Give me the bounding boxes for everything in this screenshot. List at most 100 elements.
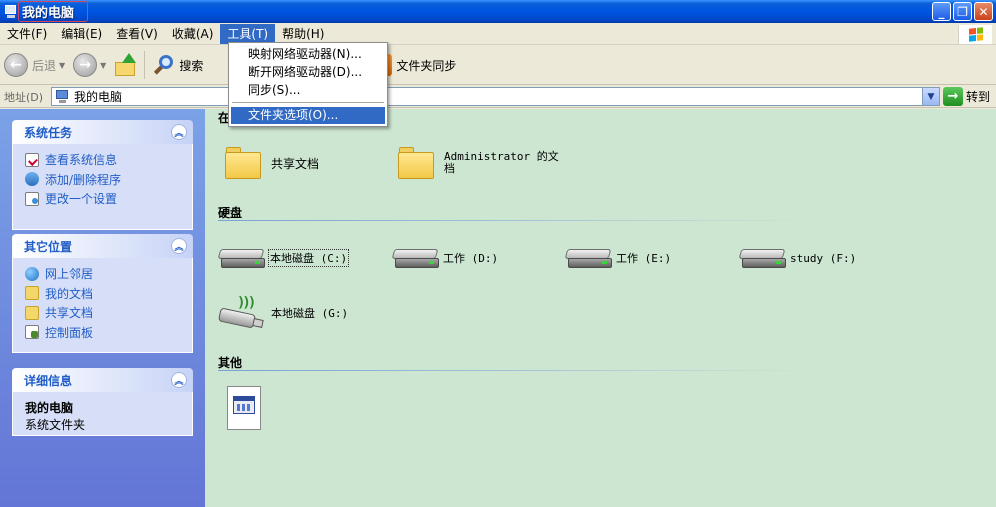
forward-button[interactable]: → ▼ [69, 49, 110, 81]
back-dropdown-icon[interactable]: ▼ [59, 61, 65, 70]
drive-label: study (F:) [790, 251, 857, 265]
details-type: 系统文件夹 [25, 418, 86, 432]
menu-tools[interactable]: 工具(T) [220, 23, 276, 44]
go-arrow-icon: → [943, 87, 963, 106]
task-change-setting[interactable]: 更改一个设置 [25, 189, 182, 209]
folder-shared-documents[interactable]: 共享文档 [225, 147, 319, 179]
close-button[interactable]: ✕ [974, 2, 993, 21]
task-pane: 系统任务 ︽ 查看系统信息 添加/删除程序 更改一个设置 其它位置 ︽ 网上邻居… [0, 109, 205, 507]
other-places-body: 网上邻居 我的文档 共享文档 控制面板 [12, 258, 193, 353]
task-label: 添加/删除程序 [45, 172, 122, 187]
other-places-title: 其它位置 [24, 239, 73, 254]
minimize-button[interactable]: _ [932, 2, 951, 21]
network-icon [25, 266, 39, 281]
go-button[interactable]: → 转到 [943, 87, 990, 106]
drive-g[interactable]: ))) 本地磁盘 (G:) [217, 295, 349, 331]
menu-view[interactable]: 查看(V) [109, 24, 165, 44]
go-label: 转到 [966, 90, 991, 104]
folder-sync-label: 文件夹同步 [396, 58, 457, 73]
forward-arrow-icon: → [73, 53, 98, 77]
menu-file[interactable]: 文件(F) [0, 24, 54, 44]
title-highlight [18, 1, 88, 22]
back-button[interactable]: ← 后退 ▼ [0, 49, 69, 81]
hard-drive-icon [391, 247, 439, 269]
place-network[interactable]: 网上邻居 [25, 264, 182, 284]
details-name: 我的电脑 [25, 401, 74, 415]
address-label: 地址(D) [4, 90, 44, 104]
toolbar: ← 后退 ▼ → ▼ 搜索 S 文件夹同步 [0, 46, 996, 85]
menu-help[interactable]: 帮助(H) [275, 24, 331, 44]
collapse-icon[interactable]: ︽ [171, 238, 187, 254]
menu-map-network-drive[interactable]: 映射网络驱动器(N)... [231, 46, 385, 63]
details-header[interactable]: 详细信息 ︽ [12, 368, 193, 392]
menu-edit[interactable]: 编辑(E) [54, 24, 109, 44]
drive-label: 工作 (D:) [443, 252, 499, 265]
search-label: 搜索 [179, 58, 204, 73]
drive-label: 工作 (E:) [616, 252, 672, 265]
details-panel: 详细信息 ︽ 我的电脑 系统文件夹 [12, 368, 193, 436]
menu-folder-options[interactable]: 文件夹选项(O)... [231, 107, 385, 124]
task-label: 查看系统信息 [45, 153, 118, 168]
other-item[interactable] [225, 386, 263, 432]
menu-favorites[interactable]: 收藏(A) [165, 24, 221, 44]
address-dropdown-button[interactable]: ▼ [922, 88, 939, 105]
back-label: 后退 [32, 58, 57, 73]
group-divider [218, 220, 818, 221]
other-places-panel: 其它位置 ︽ 网上邻居 我的文档 共享文档 控制面板 [12, 234, 193, 353]
place-label: 控制面板 [45, 325, 94, 340]
group-title-hard-drives: 硬盘 [218, 206, 243, 220]
system-file-icon [225, 386, 263, 432]
maximize-button[interactable]: ❐ [953, 2, 972, 21]
address-value: 我的电脑 [74, 90, 123, 104]
system-tasks-body: 查看系统信息 添加/删除程序 更改一个设置 [12, 144, 193, 230]
drive-f[interactable]: study (F:) [738, 247, 857, 269]
collapse-icon[interactable]: ︽ [171, 372, 187, 388]
address-input[interactable]: 我的电脑 ▼ [51, 87, 940, 106]
task-label: 更改一个设置 [45, 192, 118, 207]
drive-label: 本地磁盘 (C:) [267, 249, 350, 267]
window-controls: _ ❐ ✕ [932, 2, 993, 21]
task-add-remove-programs[interactable]: 添加/删除程序 [25, 170, 182, 190]
place-control-panel[interactable]: 控制面板 [25, 323, 182, 343]
shared-folder-icon [25, 305, 39, 320]
place-my-documents[interactable]: 我的文档 [25, 284, 182, 304]
folder-label: Administrator 的文档 [444, 150, 559, 175]
collapse-icon[interactable]: ︽ [171, 124, 187, 140]
system-tasks-header[interactable]: 系统任务 ︽ [12, 120, 193, 144]
documents-folder-icon [25, 286, 39, 301]
system-info-icon [25, 152, 39, 167]
folder-administrator-documents[interactable]: Administrator 的文档 [398, 147, 578, 179]
task-view-system-info[interactable]: 查看系统信息 [25, 150, 182, 170]
computer-icon [4, 4, 18, 20]
computer-icon [56, 89, 70, 104]
drive-e[interactable]: 工作 (E:) [564, 247, 672, 269]
other-places-header[interactable]: 其它位置 ︽ [12, 234, 193, 258]
place-label: 网上邻居 [45, 267, 94, 282]
drive-c[interactable]: 本地磁盘 (C:) [217, 247, 350, 269]
back-arrow-icon: ← [4, 53, 28, 77]
address-bar: 地址(D) 我的电脑 ▼ → 转到 [0, 86, 996, 108]
up-folder-button[interactable] [110, 49, 140, 81]
title-bar[interactable]: 我的电脑 _ ❐ ✕ [0, 0, 996, 23]
folder-icon [398, 147, 436, 179]
forward-dropdown-icon[interactable]: ▼ [100, 61, 106, 70]
place-label: 我的文档 [45, 286, 94, 301]
menu-separator [232, 102, 384, 103]
group-divider [218, 370, 818, 371]
add-remove-icon [25, 172, 39, 187]
menu-bar: 文件(F) 编辑(E) 查看(V) 收藏(A) 工具(T) 帮助(H) [0, 23, 996, 45]
menu-synchronize[interactable]: 同步(S)... [231, 82, 385, 99]
drive-label: 本地磁盘 (G:) [271, 307, 349, 320]
up-folder-icon [114, 53, 137, 77]
hard-drive-icon [738, 247, 786, 269]
details-body: 我的电脑 系统文件夹 [12, 392, 193, 436]
drive-d[interactable]: 工作 (D:) [391, 247, 499, 269]
search-button[interactable]: 搜索 [149, 49, 207, 81]
system-tasks-panel: 系统任务 ︽ 查看系统信息 添加/删除程序 更改一个设置 [12, 120, 193, 230]
chevron-down-icon: ▼ [927, 91, 935, 102]
place-label: 共享文档 [45, 306, 94, 321]
menu-disconnect-network-drive[interactable]: 断开网络驱动器(D)... [231, 64, 385, 81]
removable-drive-icon: ))) [217, 295, 267, 331]
place-shared-documents[interactable]: 共享文档 [25, 303, 182, 323]
minimize-icon: _ [938, 4, 945, 19]
